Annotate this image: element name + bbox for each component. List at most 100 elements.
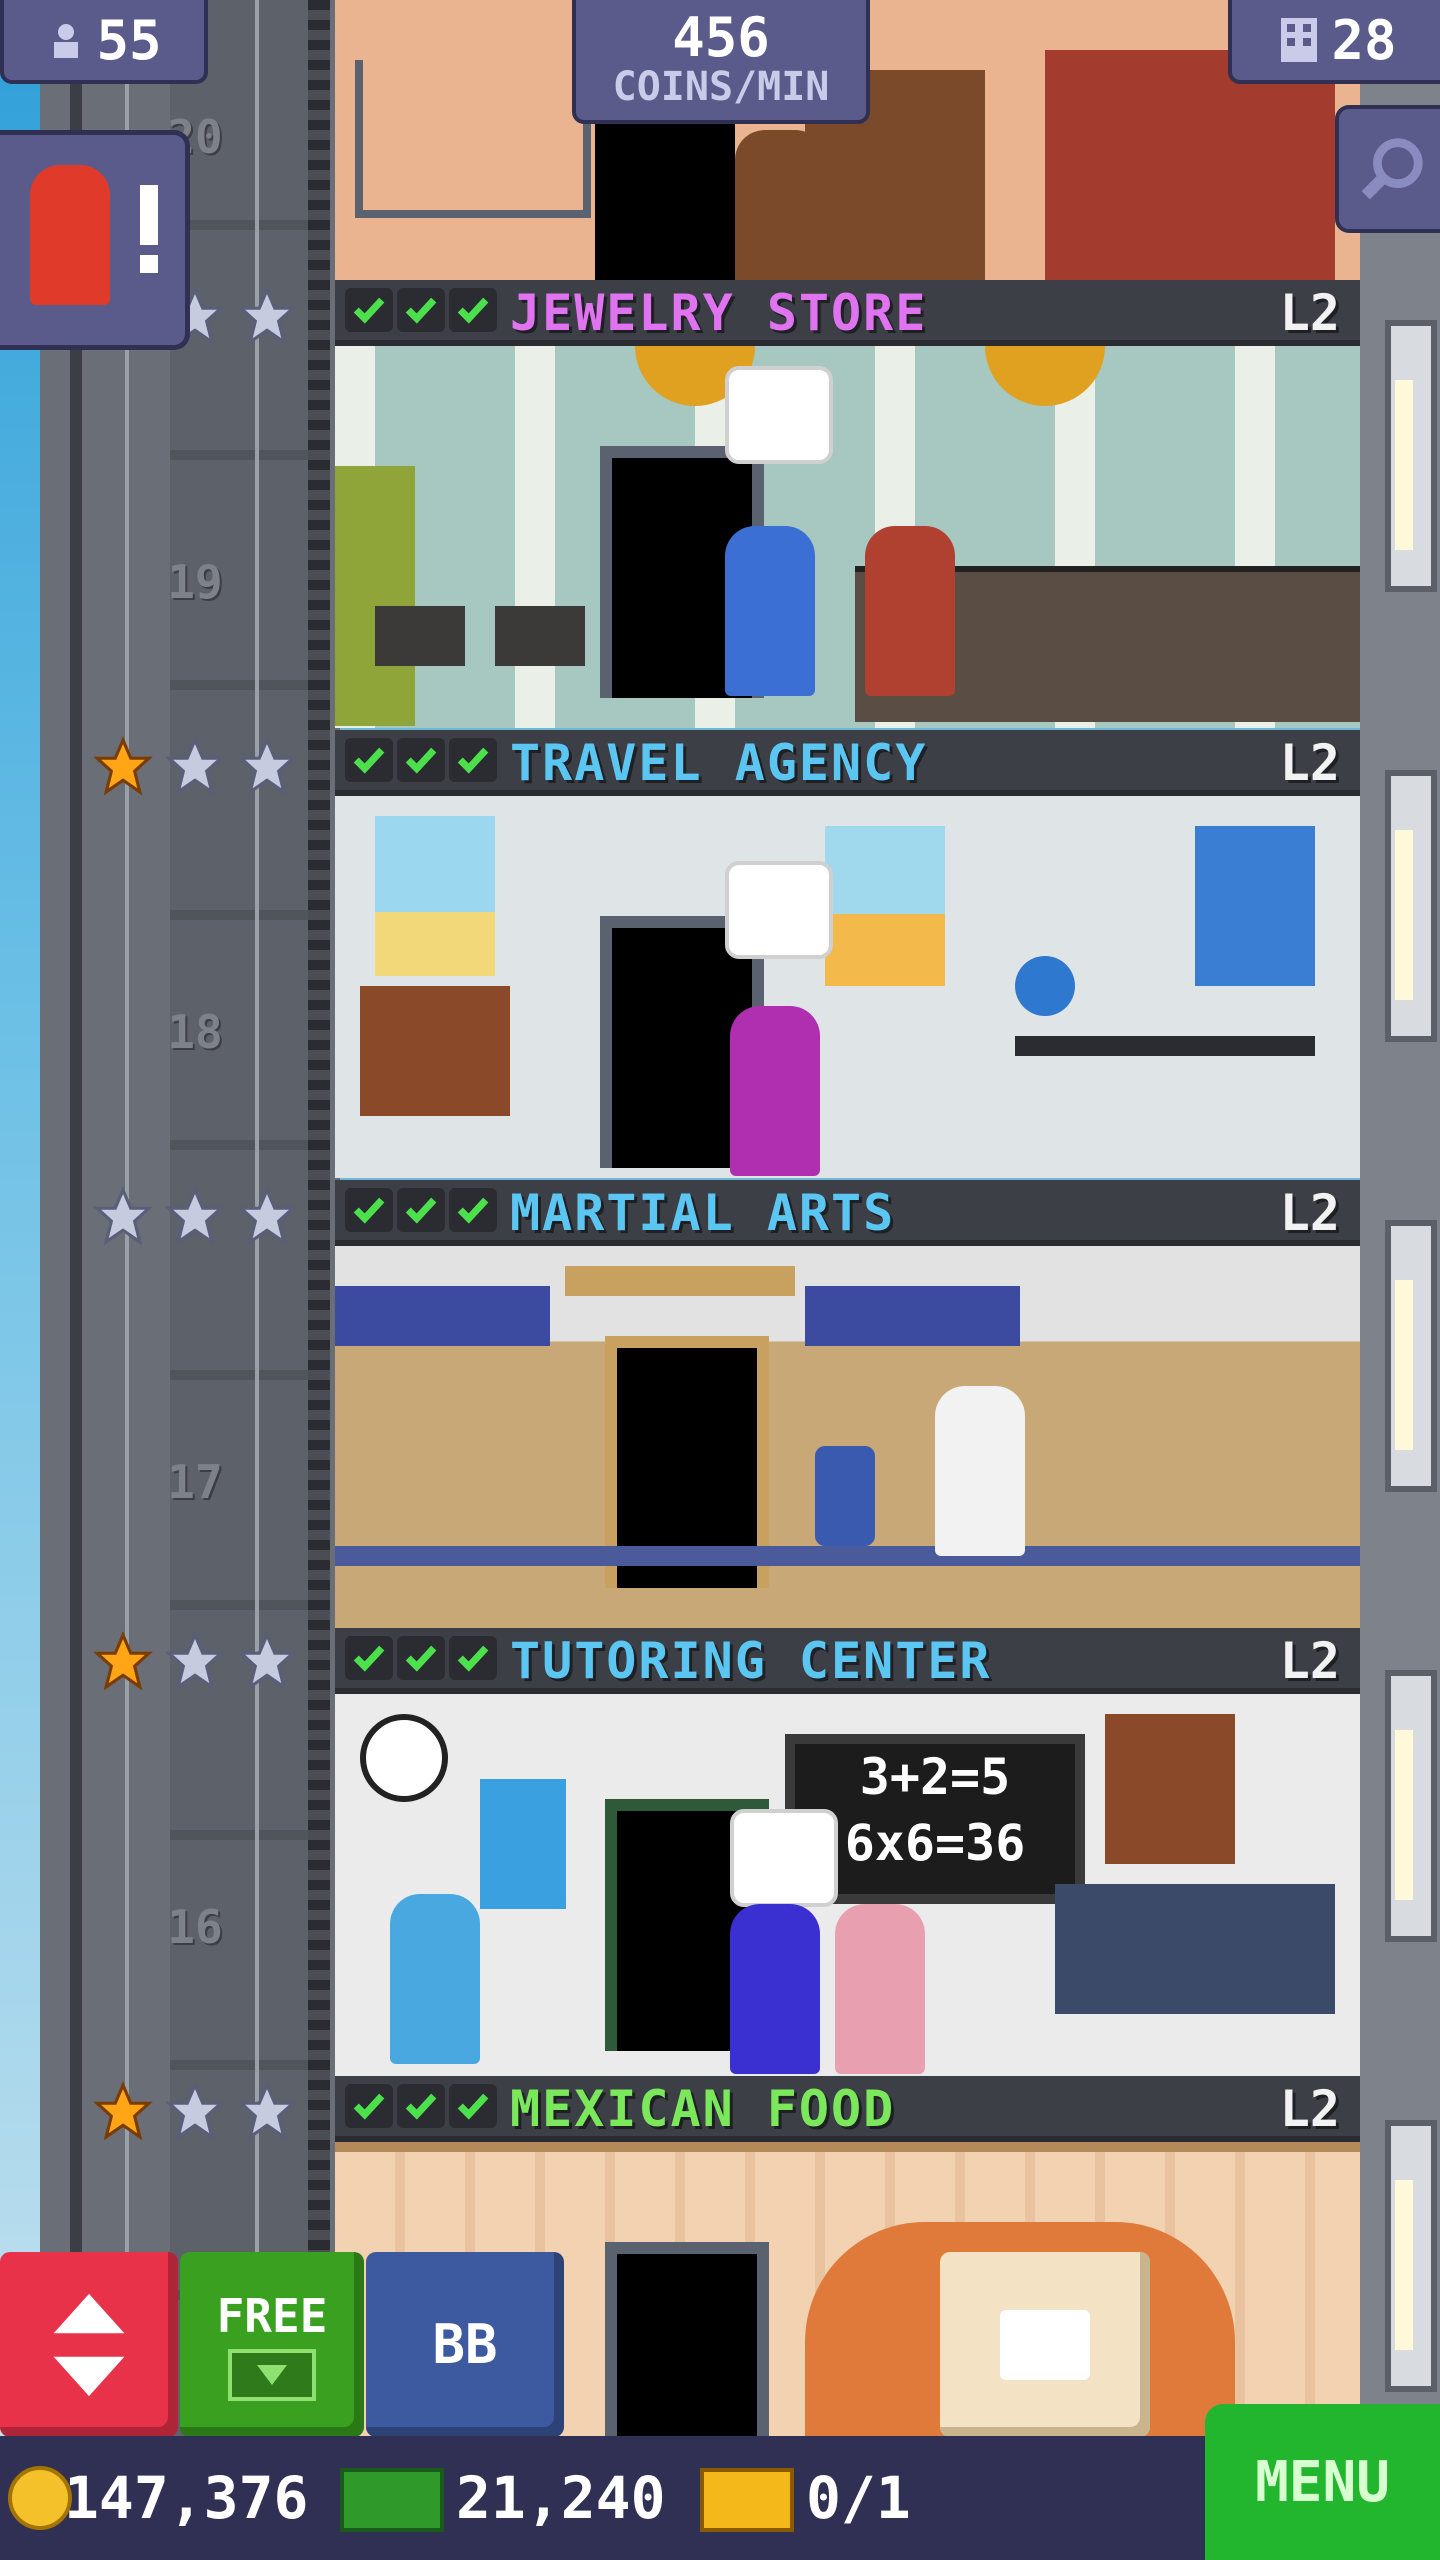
- resident[interactable]: [730, 1904, 820, 2074]
- display-stand: [495, 606, 585, 666]
- poster-cruise: [375, 816, 495, 976]
- floor-room: [335, 1246, 1360, 1628]
- star-silver-icon: [236, 1185, 298, 1247]
- star-rating: [92, 735, 312, 805]
- vip-visitor-button[interactable]: [0, 130, 190, 350]
- star-silver-icon: [164, 1630, 226, 1692]
- thought-bubble[interactable]: [725, 366, 833, 464]
- desk: [1015, 1036, 1315, 1056]
- star-silver-icon: [236, 1630, 298, 1692]
- elevator-cable-left: [125, 0, 129, 2560]
- floor-name: TUTORING CENTER: [510, 1632, 992, 1690]
- star-silver-icon: [164, 2080, 226, 2142]
- check-icon: [345, 288, 393, 332]
- floor-level: L2: [1279, 284, 1340, 342]
- floor-header: JEWELRY STORE L2: [335, 280, 1360, 346]
- poster-beach: [825, 826, 945, 986]
- coins-per-min-value: 456: [672, 6, 770, 69]
- elevator-cable-right: [255, 0, 259, 2560]
- bux-icon: [340, 2468, 444, 2532]
- resident[interactable]: [865, 526, 955, 696]
- bitbook-button[interactable]: BB: [366, 2252, 564, 2437]
- free-bux-button[interactable]: FREE: [180, 2252, 364, 2437]
- shaft-rail-right: [308, 0, 330, 2560]
- floor-level: L2: [1279, 1632, 1340, 1690]
- resident[interactable]: [390, 1894, 480, 2064]
- floor-level: L2: [1279, 734, 1340, 792]
- check-icon: [397, 1188, 445, 1232]
- bux-amount: 21,240: [456, 2464, 666, 2532]
- thought-bubble[interactable]: [730, 1809, 838, 1907]
- floor-travel-agency[interactable]: TRAVEL AGENCY L2: [335, 730, 1360, 1178]
- floor-room: [335, 346, 1360, 728]
- door: [595, 110, 735, 280]
- shaft-rail-left: [70, 0, 82, 2560]
- floor-tutoring-center[interactable]: TUTORING CENTER L2 3+2=5 6x6=36: [335, 1628, 1360, 2076]
- floor-header: TRAVEL AGENCY L2: [335, 730, 1360, 796]
- floor-name: MEXICAN FOOD: [510, 2080, 896, 2138]
- poster-bridge: [1195, 826, 1315, 986]
- star-silver-icon: [164, 735, 226, 797]
- window-light: [1395, 380, 1413, 550]
- floor-header: MARTIAL ARTS L2: [335, 1180, 1360, 1246]
- ticket-icon: [700, 2468, 794, 2532]
- elevator-car-track: [170, 0, 310, 2560]
- floor-jewelry-store[interactable]: JEWELRY STORE L2: [335, 280, 1360, 728]
- menu-label: MENU: [1255, 2449, 1390, 2515]
- check-icon: [397, 1636, 445, 1680]
- banner: [335, 1286, 550, 1346]
- resident[interactable]: [835, 1904, 925, 2074]
- thought-bubble[interactable]: [725, 861, 833, 959]
- check-icon: [397, 288, 445, 332]
- apple-poster: [480, 1779, 566, 1909]
- residents-counter[interactable]: 55: [0, 0, 208, 84]
- chandelier: [985, 346, 1105, 406]
- resident[interactable]: [935, 1386, 1025, 1556]
- exclamation-icon: [140, 185, 158, 245]
- blackboard-line: 3+2=5: [859, 1748, 1011, 1806]
- stock-checks: [345, 1188, 497, 1232]
- globe: [1015, 956, 1075, 1016]
- bb-label: BB: [432, 2313, 498, 2376]
- up-down-arrows-icon: [53, 2293, 125, 2396]
- clock-icon: [360, 1714, 448, 1802]
- floor-martial-arts[interactable]: MARTIAL ARTS L2: [335, 1180, 1360, 1628]
- elevator-button[interactable]: [0, 2252, 178, 2437]
- star-silver-icon: [92, 1185, 154, 1247]
- star-rating: [92, 2080, 312, 2150]
- menu-button[interactable]: MENU: [1205, 2404, 1440, 2560]
- resident[interactable]: [725, 526, 815, 696]
- check-icon: [345, 738, 393, 782]
- stock-checks: [345, 2084, 497, 2128]
- build-floor-button[interactable]: [940, 2252, 1150, 2437]
- person-icon: [54, 24, 79, 58]
- coins-per-min-panel: 456 COINS/MIN: [572, 0, 870, 124]
- stock-checks: [345, 738, 497, 782]
- window-light: [1395, 830, 1413, 1000]
- star-rating: [92, 1630, 312, 1700]
- star-gold-icon: [92, 1630, 154, 1692]
- crate-icon: [1000, 2309, 1090, 2380]
- floor-room: 3+2=5 6x6=36: [335, 1694, 1360, 2076]
- star-gold-icon: [92, 735, 154, 797]
- floor-number: 18: [167, 1005, 223, 1059]
- stock-checks: [345, 1636, 497, 1680]
- floor-mat: [335, 1546, 1360, 1566]
- banner: [805, 1286, 1020, 1346]
- star-silver-icon: [236, 2080, 298, 2142]
- resident[interactable]: [730, 1006, 820, 1176]
- floor-level: L2: [1279, 2080, 1340, 2138]
- brochure-rack: [360, 986, 510, 1116]
- punching-bag: [815, 1446, 875, 1546]
- zoom-button[interactable]: [1335, 105, 1440, 233]
- floor-header: MEXICAN FOOD L2: [335, 2076, 1360, 2142]
- resident[interactable]: [735, 130, 825, 280]
- floor-number: 16: [167, 1900, 223, 1954]
- coins-per-min-label: COINS/MIN: [612, 64, 830, 110]
- elevator-shaft[interactable]: [40, 0, 340, 2560]
- star-silver-icon: [236, 735, 298, 797]
- floor-name: TRAVEL AGENCY: [510, 734, 928, 792]
- floors-counter[interactable]: 28: [1228, 0, 1440, 84]
- bux-icon: [228, 2348, 316, 2401]
- check-icon: [449, 288, 497, 332]
